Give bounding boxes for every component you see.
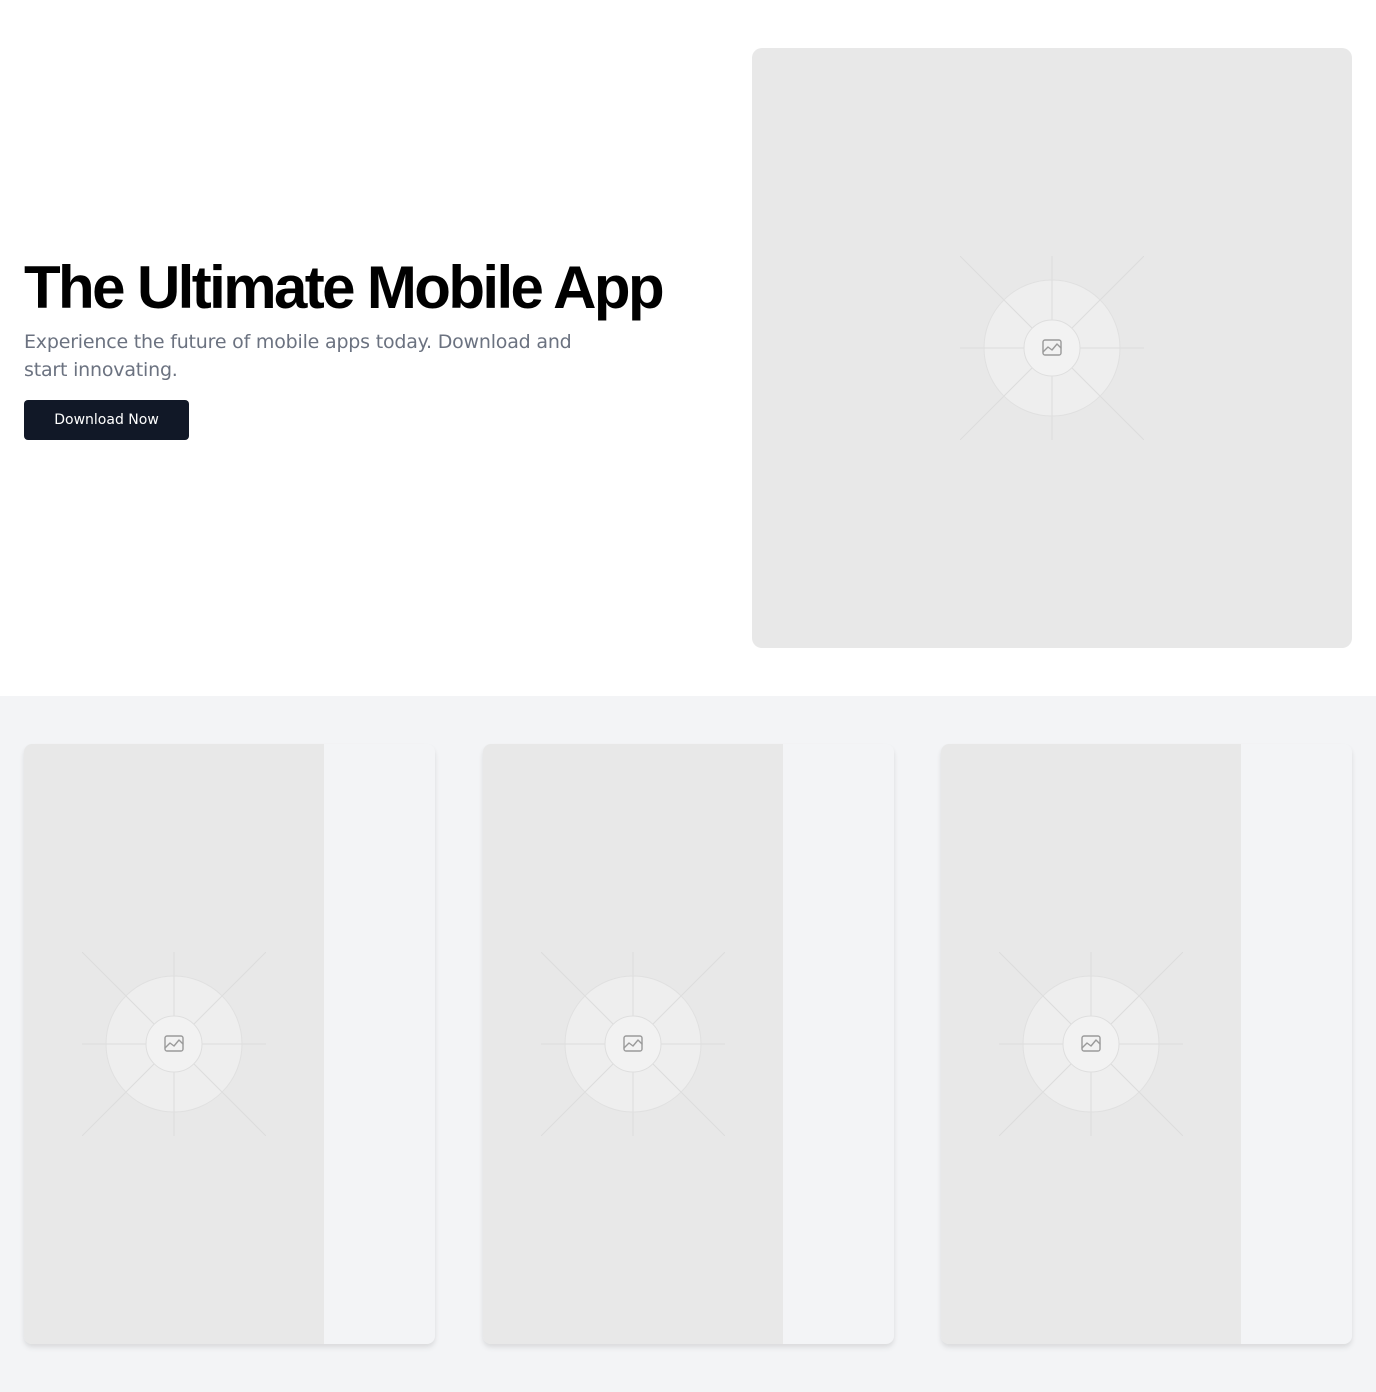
feature-card-image-placeholder: [941, 744, 1241, 1344]
feature-card-image-placeholder: [24, 744, 324, 1344]
image-placeholder-icon: [541, 952, 725, 1136]
hero-section: The Ultimate Mobile App Experience the f…: [0, 0, 1376, 696]
image-placeholder-icon: [82, 952, 266, 1136]
image-placeholder-icon: [960, 256, 1144, 440]
hero-image-placeholder: [752, 48, 1352, 648]
image-placeholder-icon: [999, 952, 1183, 1136]
feature-card: [24, 744, 435, 1344]
hero-subtitle: Experience the future of mobile apps tod…: [24, 331, 572, 381]
feature-card: [483, 744, 894, 1344]
feature-card-image-placeholder: [483, 744, 783, 1344]
hero-title: The Ultimate Mobile App: [24, 254, 665, 321]
feature-card: [941, 744, 1352, 1344]
hero-text-block: The Ultimate Mobile App Experience the f…: [24, 252, 724, 440]
download-now-button[interactable]: Download Now: [24, 400, 189, 440]
features-section: [0, 696, 1376, 1392]
